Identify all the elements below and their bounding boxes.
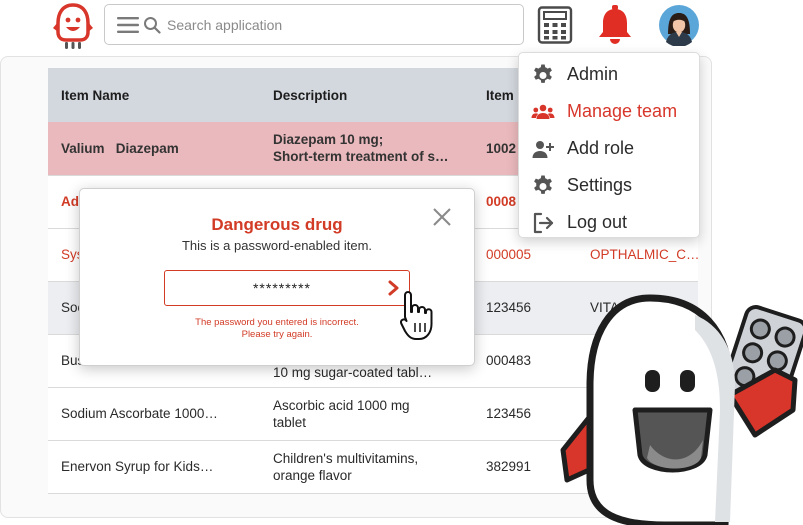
calculator-icon[interactable] — [537, 6, 573, 44]
cell-item-name: Valium Diazepam — [48, 122, 260, 176]
menu-item-label: Manage team — [567, 101, 678, 121]
pill-mascot-illustration — [560, 294, 803, 525]
menu-item-add-role[interactable]: Add role — [519, 130, 699, 167]
menu-item-label: Log out — [567, 212, 628, 232]
menu-item-admin[interactable]: Admin — [519, 56, 699, 93]
profile-dropdown-menu: Admin Manage team Add role Settings Log … — [518, 52, 700, 238]
menu-item-label: Add role — [567, 138, 635, 158]
logout-icon — [533, 212, 554, 233]
dialog-title: Dangerous drug — [211, 215, 343, 234]
menu-item-label: Settings — [567, 175, 633, 195]
avatar[interactable] — [658, 4, 700, 46]
add-user-icon — [532, 140, 554, 158]
cell-description: Ascorbic acid 1000 mg tablet — [260, 387, 473, 441]
search-icon — [144, 16, 161, 34]
password-field[interactable] — [164, 270, 410, 306]
cell-item-name: Sodium Ascorbate 1000… — [48, 387, 260, 441]
cell-description: Diazepam 10 mg; Short-term treatment of … — [260, 122, 473, 176]
gear-icon — [534, 64, 552, 83]
gear-icon — [534, 175, 552, 194]
hamburger-icon[interactable] — [117, 16, 139, 33]
hand-cursor-icon — [400, 291, 433, 340]
chevron-right-icon — [388, 280, 399, 296]
bell-icon[interactable] — [595, 4, 635, 46]
menu-item-manage-team[interactable]: Manage team — [519, 93, 699, 130]
mascot-logo-icon[interactable] — [52, 2, 94, 50]
cell-description: Children's multivitamins, orange flavor — [260, 440, 473, 494]
team-icon — [531, 104, 555, 119]
menu-item-log-out[interactable]: Log out — [519, 204, 699, 241]
column-header-description[interactable]: Description — [260, 68, 473, 122]
search-input[interactable] — [167, 5, 523, 44]
password-input[interactable] — [165, 271, 379, 305]
dialog-subtitle: This is a password-enabled item. — [181, 238, 373, 253]
search-bar[interactable] — [104, 4, 524, 45]
menu-item-label: Admin — [567, 64, 619, 84]
menu-item-settings[interactable]: Settings — [519, 167, 699, 204]
column-header-item-name[interactable]: Item Name — [48, 68, 260, 122]
cell-item-name: Enervon Syrup for Kids… — [48, 440, 260, 494]
